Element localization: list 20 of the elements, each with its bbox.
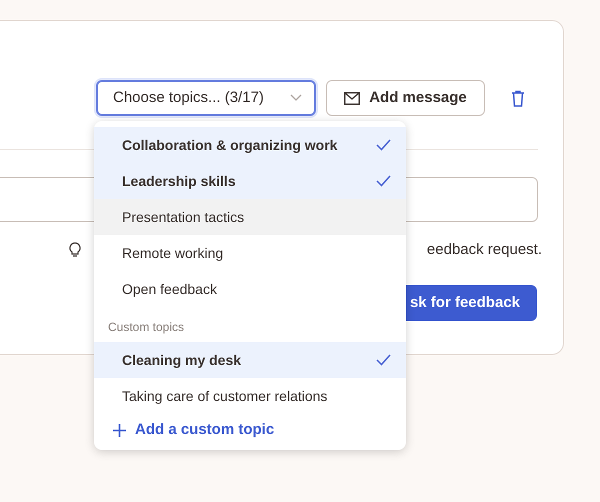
plus-icon (113, 424, 126, 437)
lightbulb-icon (69, 242, 81, 258)
topic-option[interactable]: Open feedback (94, 271, 406, 307)
topic-option[interactable]: Presentation tactics (94, 199, 406, 235)
envelope-icon (344, 92, 360, 104)
topic-option[interactable]: Remote working (94, 235, 406, 271)
trash-icon[interactable] (511, 90, 525, 106)
hint-text: eedback request. (426, 240, 542, 260)
add-message-button[interactable]: Add message (326, 80, 485, 116)
section-heading: Custom topics (107, 319, 186, 336)
topic-option[interactable]: Leadership skills (94, 163, 406, 199)
chevron-down-icon (290, 94, 302, 102)
add-custom-topic-link[interactable]: Add a custom topic (113, 419, 274, 442)
checkmark-icon (376, 139, 391, 151)
topic-option[interactable]: Cleaning my desk (94, 342, 406, 378)
checkmark-icon (376, 354, 391, 366)
topic-option[interactable]: Collaboration & organizing work (94, 127, 406, 163)
checkmark-icon (376, 175, 391, 187)
topic-option[interactable]: Taking care of customer relations (94, 378, 406, 414)
topic-dropdown[interactable]: Choose topics... (3/17) (96, 80, 316, 116)
